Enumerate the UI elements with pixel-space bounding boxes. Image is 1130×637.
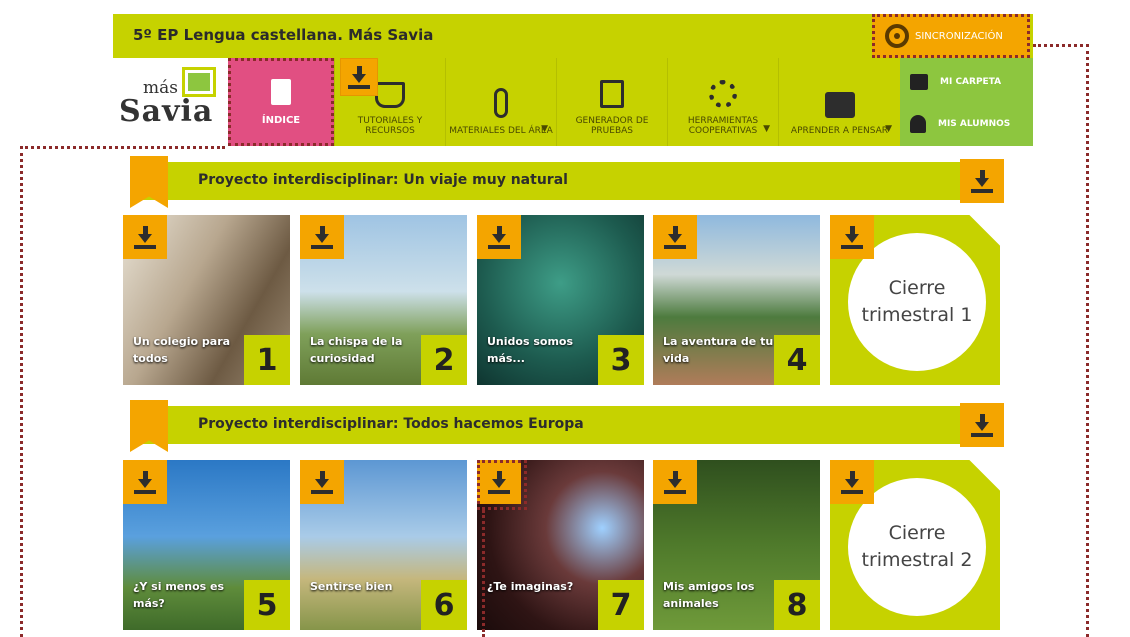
download-icon — [488, 225, 510, 249]
unit-number: 7 — [598, 580, 644, 630]
download-icon — [134, 470, 156, 494]
unit-card[interactable]: La aventura de tu vida 4 — [653, 215, 820, 385]
sync-button[interactable]: SINCRONIZACIÓN — [872, 14, 1030, 58]
sync-label: SINCRONIZACIÓN — [915, 30, 1003, 42]
unit-number: 3 — [598, 335, 644, 385]
nav-generador-label: GENERADOR DE PRUEBAS — [575, 116, 649, 136]
bookmark-icon — [130, 156, 168, 208]
chevron-down-icon: ▼ — [541, 124, 548, 134]
unit-download-button[interactable] — [300, 460, 344, 504]
section-download-button[interactable] — [960, 403, 1004, 447]
page-title: 5º EP Lengua castellana. Más Savia — [133, 26, 434, 44]
annotation-line — [1086, 44, 1089, 637]
nav-materiales-label: MATERIALES DEL ÁREA — [449, 126, 553, 136]
nav-herramientas[interactable]: HERRAMIENTAS COOPERATIVAS ▼ — [667, 58, 778, 146]
unit-download-button[interactable] — [653, 460, 697, 504]
nav-indice[interactable]: ÍNDICE — [228, 58, 334, 146]
nav-mi-carpeta-label: MI CARPETA — [940, 77, 1002, 87]
download-icon — [841, 470, 863, 494]
tutoriales-download-icon[interactable] — [340, 58, 378, 96]
unit-title: La aventura de tu vida — [663, 335, 774, 366]
user-icon — [910, 115, 926, 133]
puzzle-icon — [824, 92, 855, 118]
download-icon — [971, 413, 993, 437]
unit-title: Unidos somos más... — [487, 335, 574, 366]
annotation-line — [482, 510, 485, 637]
unit-download-button[interactable] — [123, 460, 167, 504]
unit-card[interactable]: La chispa de la curiosidad 2 — [300, 215, 467, 385]
unit-download-button[interactable] — [300, 215, 344, 259]
unit-number: 4 — [774, 335, 820, 385]
cierre-download-button[interactable] — [830, 460, 874, 504]
section-download-button[interactable] — [960, 159, 1004, 203]
nav-mis-alumnos-label: MIS ALUMNOS — [938, 119, 1011, 129]
annotation-highlight — [477, 460, 527, 510]
annotation-line — [20, 146, 23, 637]
download-icon — [841, 225, 863, 249]
side-menu: MI CARPETA MIS ALUMNOS — [900, 58, 1033, 146]
logo[interactable]: más Savia — [113, 58, 228, 146]
cierre-card[interactable]: Cierre trimestral 2 — [830, 460, 1000, 630]
sync-icon — [885, 24, 909, 48]
nav-mis-alumnos[interactable]: MIS ALUMNOS — [910, 106, 1030, 142]
unit-card[interactable]: Un colegio para todos 1 — [123, 215, 290, 385]
edit-document-icon — [600, 80, 624, 108]
unit-card[interactable]: Unidos somos más... 3 — [477, 215, 644, 385]
paperclip-icon — [494, 88, 508, 118]
section-title: Proyecto interdisciplinar: Todos hacemos… — [198, 416, 584, 432]
download-icon — [348, 65, 370, 89]
folder-icon — [910, 74, 928, 90]
main-nav: más Savia ÍNDICE TUTORIALES Y RECURSOS M… — [113, 58, 1033, 146]
download-icon — [664, 470, 686, 494]
download-icon — [664, 225, 686, 249]
unit-number: 1 — [244, 335, 290, 385]
annotation-line — [20, 146, 225, 149]
section-band: Proyecto interdisciplinar: Un viaje muy … — [130, 156, 1004, 208]
unit-title: Sentirse bien — [310, 580, 393, 593]
nav-herramientas-label: HERRAMIENTAS COOPERATIVAS — [687, 116, 759, 136]
gears-icon — [709, 80, 737, 108]
unit-number: 8 — [774, 580, 820, 630]
unit-card[interactable]: ¿Y si menos es más? 5 — [123, 460, 290, 630]
chevron-down-icon: ▼ — [763, 124, 770, 134]
cierre-download-button[interactable] — [830, 215, 874, 259]
logo-square-icon — [182, 67, 216, 97]
graduation-cap-icon — [375, 82, 405, 108]
unit-title: ¿Y si menos es más? — [133, 580, 225, 611]
download-icon — [311, 470, 333, 494]
nav-tutoriales-label: TUTORIALES Y RECURSOS — [357, 116, 423, 136]
unit-download-button[interactable] — [653, 215, 697, 259]
cierre-card[interactable]: Cierre trimestral 1 — [830, 215, 1000, 385]
unit-title: La chispa de la curiosidad — [310, 335, 403, 366]
nav-generador[interactable]: GENERADOR DE PRUEBAS — [556, 58, 667, 146]
unit-title: Mis amigos los animales — [663, 580, 755, 611]
unit-card[interactable]: Mis amigos los animales 8 — [653, 460, 820, 630]
nav-materiales[interactable]: MATERIALES DEL ÁREA ▼ — [445, 58, 556, 146]
download-icon — [134, 225, 156, 249]
nav-indice-label: ÍNDICE — [261, 114, 301, 126]
section-band: Proyecto interdisciplinar: Todos hacemos… — [130, 400, 1004, 452]
unit-number: 6 — [421, 580, 467, 630]
section-title: Proyecto interdisciplinar: Un viaje muy … — [198, 172, 568, 188]
unit-title: Un colegio para todos — [133, 335, 231, 366]
bookmark-icon — [130, 400, 168, 452]
unit-download-button[interactable] — [123, 215, 167, 259]
unit-number: 5 — [244, 580, 290, 630]
nav-aprender[interactable]: APRENDER A PENSAR ▼ — [778, 58, 900, 146]
top-bar: 5º EP Lengua castellana. Más Savia SINCR… — [113, 14, 1033, 58]
unit-download-button[interactable] — [477, 215, 521, 259]
unit-title: ¿Te imaginas? — [487, 580, 574, 593]
download-icon — [971, 169, 993, 193]
unit-number: 2 — [421, 335, 467, 385]
nav-mi-carpeta[interactable]: MI CARPETA — [910, 64, 1030, 100]
nav-aprender-label: APRENDER A PENSAR — [790, 126, 889, 136]
unit-card[interactable]: Sentirse bien 6 — [300, 460, 467, 630]
book-icon — [271, 78, 291, 105]
logo-line2: Savia — [119, 94, 214, 129]
download-icon — [311, 225, 333, 249]
chevron-down-icon: ▼ — [885, 124, 892, 134]
annotation-line — [1033, 44, 1089, 47]
